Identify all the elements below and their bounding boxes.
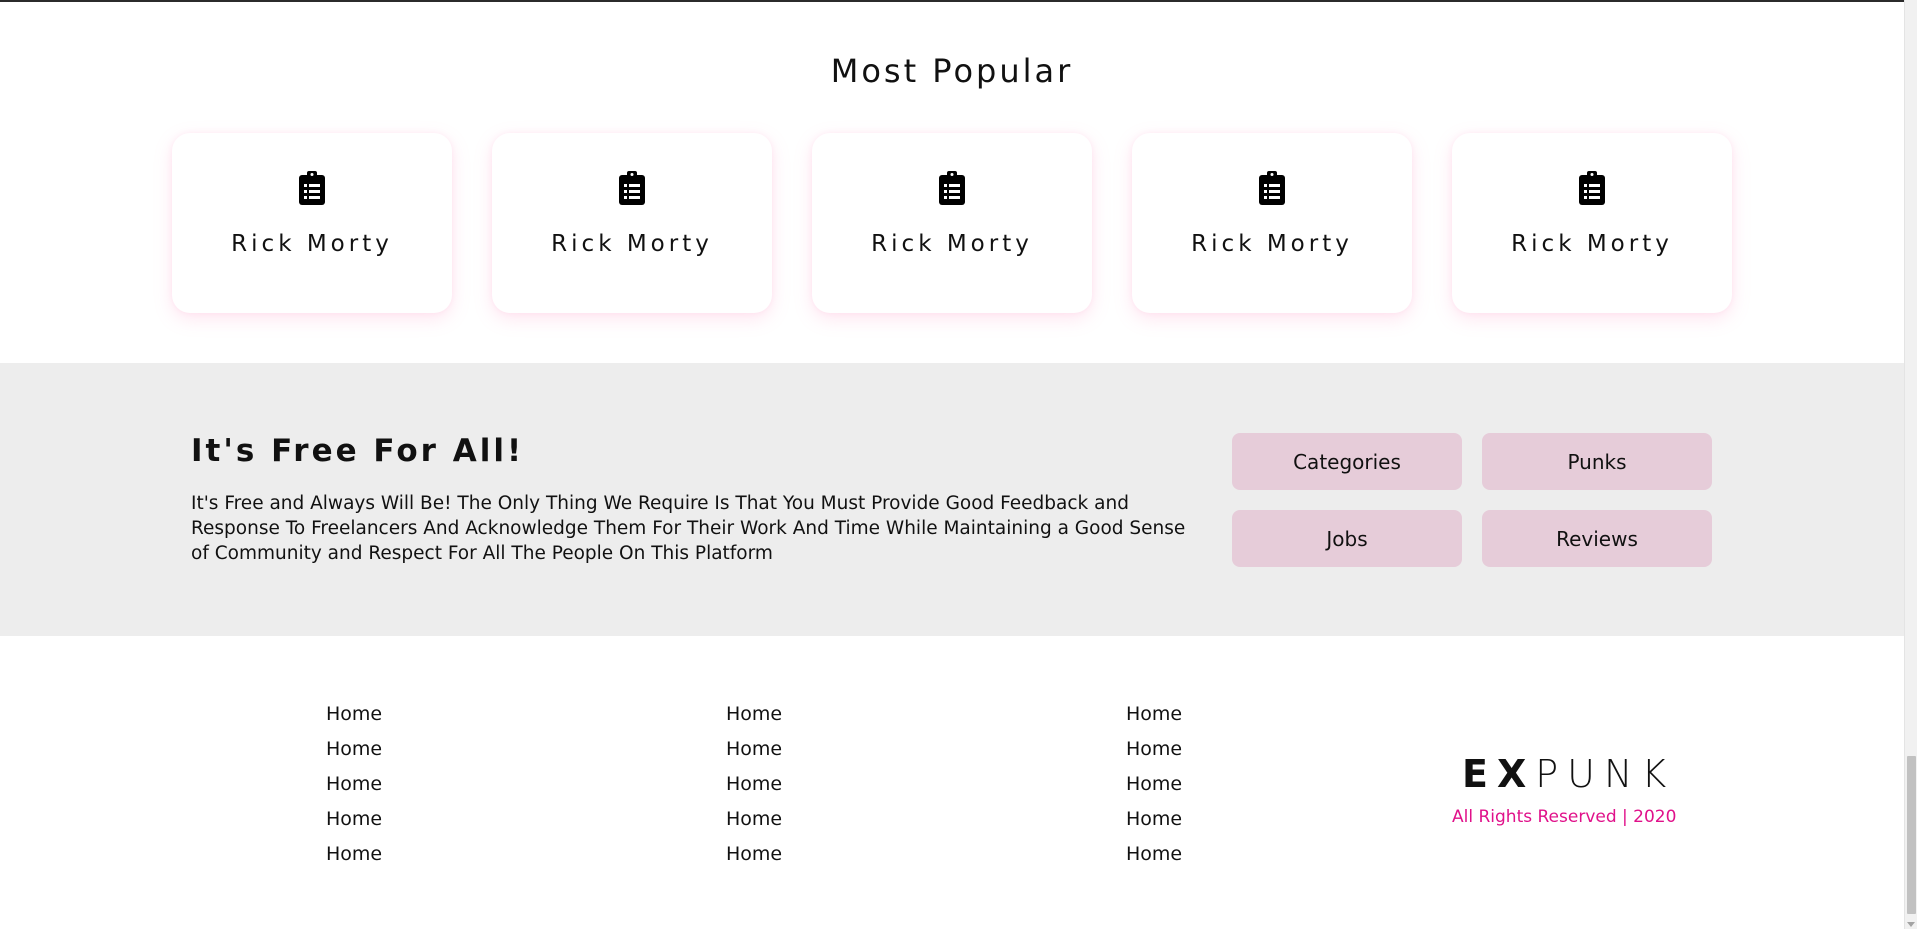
popular-cards: Rick Morty Rick Morty Rick Morty Rick Mo…	[172, 133, 1732, 313]
footer-link-home[interactable]: Home	[726, 772, 782, 807]
footer-link-home[interactable]: Home	[726, 807, 782, 842]
vertical-scrollbar[interactable]	[1904, 0, 1917, 929]
footer-link-home[interactable]: Home	[1126, 807, 1182, 842]
footer-link-home[interactable]: Home	[326, 807, 382, 842]
card-label: Rick Morty	[871, 231, 1033, 257]
footer-link-home[interactable]: Home	[326, 842, 382, 877]
footer-link-home[interactable]: Home	[726, 842, 782, 877]
footer-link-home[interactable]: Home	[1126, 702, 1182, 737]
brand-logo-light: PUNK	[1535, 752, 1676, 796]
footer-link-home[interactable]: Home	[726, 702, 782, 737]
popular-card[interactable]: Rick Morty	[1452, 133, 1732, 313]
popular-card[interactable]: Rick Morty	[172, 133, 452, 313]
scroll-down-arrow-icon[interactable]	[1907, 922, 1915, 927]
card-label: Rick Morty	[551, 231, 713, 257]
footer-link-home[interactable]: Home	[326, 702, 382, 737]
top-divider	[0, 0, 1904, 2]
clipboard-list-icon	[1259, 171, 1285, 205]
footer-link-home[interactable]: Home	[726, 737, 782, 772]
free-for-all-text: It's Free and Always Will Be! The Only T…	[191, 493, 1186, 564]
category-buttons: Categories Punks Jobs Reviews	[1232, 433, 1712, 567]
scrollbar-thumb[interactable]	[1907, 756, 1916, 914]
footer-column-1: Home Home Home Home Home	[326, 702, 382, 877]
free-for-all-title: It's Free For All!	[191, 433, 525, 469]
footer-link-home[interactable]: Home	[1126, 842, 1182, 877]
brand-logo-bold: EX	[1462, 752, 1536, 796]
jobs-button[interactable]: Jobs	[1232, 510, 1462, 567]
clipboard-list-icon	[1579, 171, 1605, 205]
footer-link-home[interactable]: Home	[1126, 772, 1182, 807]
card-label: Rick Morty	[1191, 231, 1353, 257]
card-label: Rick Morty	[1511, 231, 1673, 257]
clipboard-list-icon	[299, 171, 325, 205]
footer-link-home[interactable]: Home	[326, 737, 382, 772]
page: Most Popular Rick Morty Rick Morty Rick …	[0, 0, 1904, 929]
brand-logo[interactable]: EXPUNK	[1462, 752, 1675, 796]
most-popular-title: Most Popular	[830, 52, 1074, 90]
footer-column-3: Home Home Home Home Home	[1126, 702, 1182, 877]
popular-card[interactable]: Rick Morty	[812, 133, 1092, 313]
popular-card[interactable]: Rick Morty	[1132, 133, 1412, 313]
reviews-button[interactable]: Reviews	[1482, 510, 1712, 567]
footer-link-home[interactable]: Home	[326, 772, 382, 807]
popular-card[interactable]: Rick Morty	[492, 133, 772, 313]
free-for-all-section: It's Free For All! It's Free and Always …	[0, 363, 1904, 636]
copyright-text: All Rights Reserved | 2020	[1452, 807, 1677, 827]
clipboard-list-icon	[619, 171, 645, 205]
footer-column-2: Home Home Home Home Home	[726, 702, 782, 877]
punks-button[interactable]: Punks	[1482, 433, 1712, 490]
card-label: Rick Morty	[231, 231, 393, 257]
footer-link-home[interactable]: Home	[1126, 737, 1182, 772]
categories-button[interactable]: Categories	[1232, 433, 1462, 490]
clipboard-list-icon	[939, 171, 965, 205]
